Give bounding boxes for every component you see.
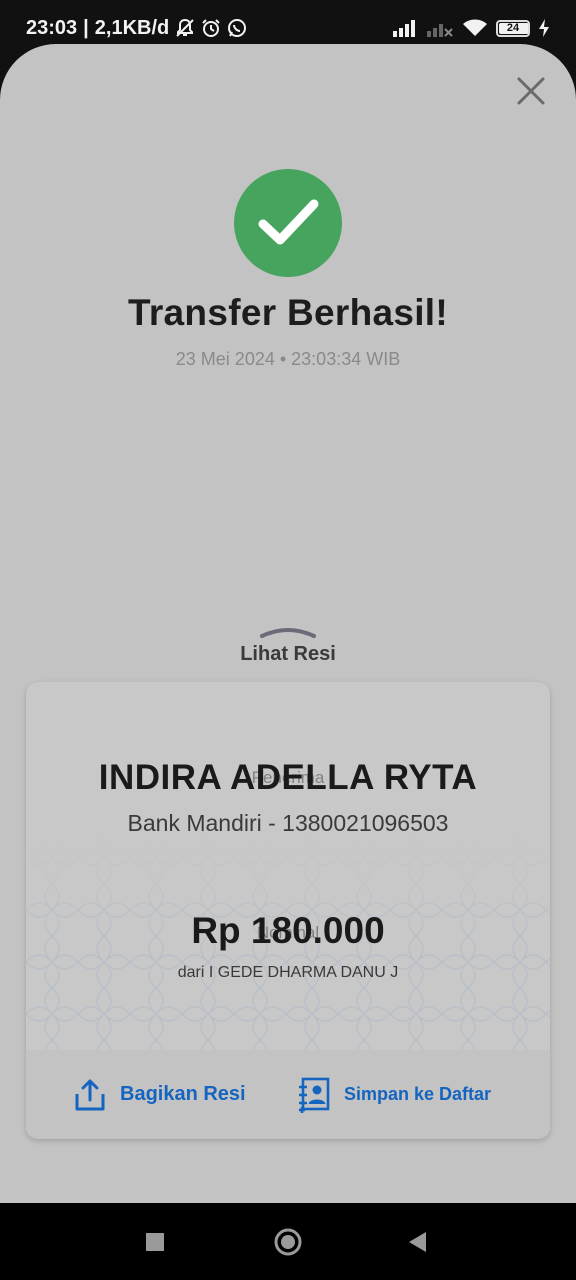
status-time: 23:03 bbox=[26, 16, 78, 39]
view-receipt-toggle[interactable]: Lihat Resi bbox=[218, 622, 358, 672]
status-separator: | bbox=[83, 16, 89, 39]
transfer-datetime: 23 Mei 2024 • 23:03:34 WIB bbox=[175, 349, 401, 369]
transfer-amount: Rp 180.000 bbox=[191, 910, 385, 951]
charging-icon bbox=[539, 19, 549, 37]
status-left: 23:03 | 2,1KB/d bbox=[26, 15, 247, 41]
status-network-speed: 2,1KB/d bbox=[94, 16, 170, 39]
back-triangle-icon bbox=[409, 1232, 426, 1252]
view-receipt-label: Lihat Resi bbox=[240, 643, 336, 665]
page-title: Transfer Berhasil! bbox=[127, 292, 449, 333]
recipient-bank-account: Bank Mandiri - 1380021096503 bbox=[127, 810, 449, 836]
receipt-card: Penerima INDIRA ADELLA RYTA Bank Mandiri… bbox=[26, 682, 550, 1139]
contact-add-icon bbox=[299, 1077, 330, 1113]
transfer-result-sheet: Transfer Berhasil! 23 Mei 2024 • 23:03:3… bbox=[0, 44, 576, 1203]
signal-no-service-icon bbox=[427, 24, 453, 37]
close-icon bbox=[517, 77, 545, 105]
home-button[interactable] bbox=[274, 1228, 302, 1256]
recipient-name: INDIRA ADELLA RYTA bbox=[98, 758, 478, 797]
battery-level: 24 bbox=[506, 22, 520, 34]
mute-bell-icon bbox=[176, 18, 194, 37]
save-to-list-label: Simpan ke Daftar bbox=[344, 1084, 492, 1104]
success-badge bbox=[234, 169, 342, 277]
save-to-list-button[interactable]: Simpan ke Daftar bbox=[298, 1050, 491, 1139]
receipt-actions: Bagikan Resi Simpan ke Daftar bbox=[26, 1050, 550, 1139]
whatsapp-icon bbox=[228, 19, 247, 37]
check-icon bbox=[258, 199, 319, 245]
status-right: 24 bbox=[392, 14, 550, 42]
recent-apps-button[interactable] bbox=[144, 1231, 166, 1253]
share-icon bbox=[75, 1079, 105, 1110]
share-receipt-label: Bagikan Resi bbox=[120, 1083, 246, 1105]
alarm-icon bbox=[202, 19, 220, 37]
battery-icon: 24 bbox=[496, 19, 530, 37]
close-button[interactable] bbox=[514, 74, 548, 108]
signal-icon bbox=[393, 20, 415, 37]
share-receipt-button[interactable]: Bagikan Resi bbox=[74, 1050, 246, 1139]
back-button[interactable] bbox=[406, 1230, 428, 1254]
circle-icon bbox=[274, 1228, 302, 1256]
square-icon bbox=[146, 1233, 164, 1251]
sender-name: dari I GEDE DHARMA DANU J bbox=[177, 964, 399, 981]
wifi-icon bbox=[463, 19, 487, 36]
system-navigation-bar bbox=[0, 1203, 576, 1280]
chevron-up-icon bbox=[260, 628, 316, 638]
